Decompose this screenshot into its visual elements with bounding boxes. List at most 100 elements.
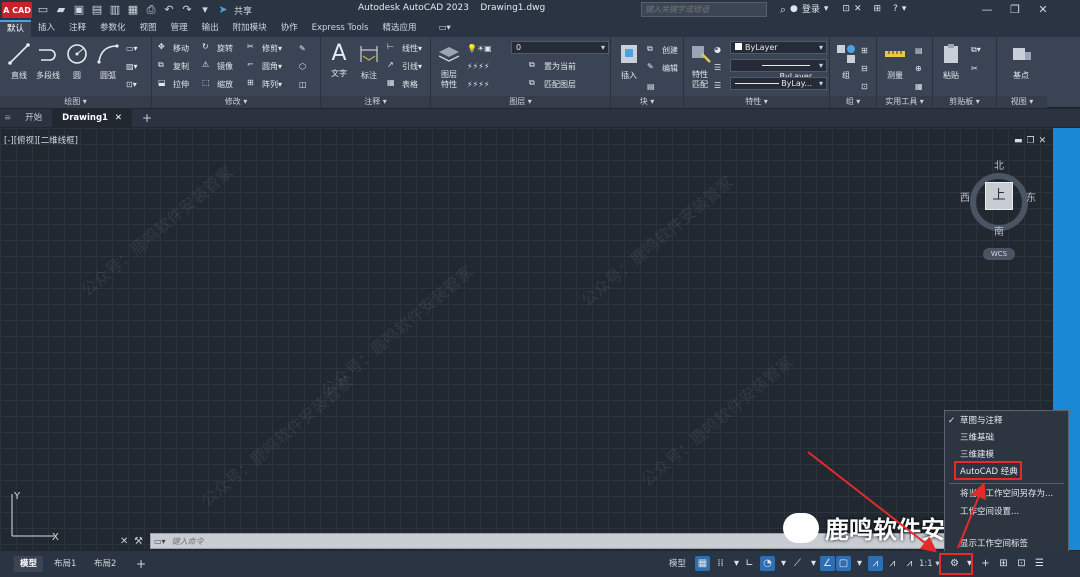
copy-tool[interactable]: ⧉ 复制 <box>158 58 189 74</box>
tab-featured-apps[interactable]: 精选应用 <box>375 20 423 37</box>
paste-tool[interactable]: 粘贴 <box>935 39 967 81</box>
layer-tools-row1[interactable]: ⚡⚡⚡⚡ <box>467 58 489 74</box>
copy-clip-icon[interactable]: ⧉▾ <box>971 42 981 58</box>
match-layer-tool[interactable]: ⧉ 匹配图层 <box>529 76 576 92</box>
undo-icon[interactable]: ↶ <box>162 3 176 17</box>
model-space-toggle[interactable]: 模型 <box>666 556 689 572</box>
app-store-icon[interactable]: ✕ <box>854 4 862 14</box>
workspace-settings[interactable]: 工作空间设置... <box>945 504 1068 520</box>
view-panel-footer[interactable]: 视图 ▾ <box>997 96 1047 108</box>
table-tool[interactable]: ▦ 表格 <box>387 76 418 92</box>
open-web-icon[interactable]: ▥ <box>108 3 122 17</box>
array-tool[interactable]: ⊞ 阵列 ▾ <box>247 76 282 92</box>
move-tool[interactable]: ✥ 移动 <box>158 40 189 56</box>
ungroup-icon[interactable]: ⊞ <box>861 42 868 58</box>
workspace-save-as[interactable]: 将当前工作空间另存为... <box>945 486 1068 502</box>
login-label[interactable]: 登录 <box>802 2 820 15</box>
tab-drawing1[interactable]: Drawing1 ✕ <box>52 109 133 127</box>
draw-panel-footer[interactable]: 绘图 ▾ <box>0 96 151 108</box>
compass-north[interactable]: 北 <box>994 157 1004 172</box>
tab-parametric[interactable]: 参数化 <box>93 20 133 37</box>
create-block-tool[interactable]: ⧉ 创建 <box>647 42 678 58</box>
close-tab-icon[interactable]: ✕ <box>115 113 122 123</box>
arc-tool[interactable]: 圆弧 <box>92 39 124 81</box>
isometric-icon[interactable]: ⟋ <box>790 556 805 571</box>
compass-south[interactable]: 南 <box>994 223 1004 238</box>
cut-icon[interactable]: ✂ <box>971 60 978 76</box>
fillet-tool[interactable]: ⌐ 圆角 ▾ <box>247 58 282 74</box>
login-dropdown-icon[interactable]: ▾ <box>824 4 829 14</box>
polar-icon[interactable]: ◔ <box>760 556 775 571</box>
command-close-icon[interactable]: ✕ <box>120 536 130 547</box>
group-edit-icon[interactable]: ⊟ <box>861 60 868 76</box>
linetype-dropdown[interactable]: ByLayer <box>730 59 827 81</box>
share-icon[interactable]: ➤ <box>216 3 230 17</box>
properties-panel-footer[interactable]: 特性 ▾ <box>684 96 829 108</box>
compass-east[interactable]: 东 <box>1026 189 1036 204</box>
tab-annotate[interactable]: 注释 <box>62 20 93 37</box>
workspace-show-label[interactable]: 显示工作空间标签 <box>945 537 1068 551</box>
save-icon[interactable]: ▣ <box>72 3 86 17</box>
save-web-icon[interactable]: ▦ <box>126 3 140 17</box>
help-dropdown-icon[interactable]: ▾ <box>902 4 907 14</box>
annotation-panel-footer[interactable]: 注释 ▾ <box>321 96 430 108</box>
drawing-canvas[interactable]: [-][俯视][二维线框] ▬❐✕ 公众号：鹿鸣软件安装管家 公众号：鹿鸣软件安… <box>0 128 1053 550</box>
exchange-icon[interactable]: ⊞ <box>874 4 882 14</box>
line-tool[interactable]: 直线 <box>3 39 35 81</box>
annotation-monitor-icon[interactable]: + <box>978 556 993 571</box>
search-box[interactable] <box>641 2 767 17</box>
plot-icon[interactable]: ⎙ <box>144 3 158 17</box>
tab-express-tools[interactable]: Express Tools <box>305 20 376 37</box>
clipboard-panel-footer[interactable]: 剪贴板 ▾ <box>933 96 996 108</box>
linetype-icon[interactable]: ☰ <box>714 59 721 75</box>
ortho-icon[interactable]: ∟ <box>742 556 757 571</box>
user-icon[interactable]: ● <box>790 4 798 14</box>
open-folder-icon[interactable]: ▰ <box>54 3 68 17</box>
edit-block-tool[interactable]: ✎ 编辑 <box>647 60 678 76</box>
units-icon[interactable]: ⊞ <box>996 556 1011 571</box>
tab-menu-icon[interactable]: ≡ <box>0 109 15 127</box>
add-layout-icon[interactable]: + <box>130 556 152 572</box>
make-current-tool[interactable]: ⧉ 置为当前 <box>529 58 576 74</box>
group-select-icon[interactable]: ⊡ <box>861 78 868 94</box>
scale-tool[interactable]: ⬚ 缩放 <box>202 76 233 92</box>
stretch-tool[interactable]: ⬓ 拉伸 <box>158 76 189 92</box>
customize-icon[interactable]: ☰ <box>1032 556 1047 571</box>
minimize-icon[interactable]: — <box>978 2 996 17</box>
viewcube-top-face[interactable]: 上 <box>985 182 1013 210</box>
ribbon-minimize-icon[interactable]: ▭▾ <box>432 20 458 37</box>
annotation-visibility-icon[interactable]: ⩘ <box>868 556 883 571</box>
isolate-icon[interactable]: ⊡ <box>1014 556 1029 571</box>
new-tab-icon[interactable]: + <box>132 109 162 127</box>
rectangle-icon[interactable]: ▭▾ <box>126 40 138 56</box>
restore-icon[interactable]: ❐ <box>1006 2 1024 17</box>
boundary-icon[interactable]: ⊡▾ <box>126 76 137 92</box>
tab-manage[interactable]: 管理 <box>164 20 195 37</box>
auto-scale-icon[interactable]: ⩘ <box>885 556 900 571</box>
tab-collaborate[interactable]: 协作 <box>274 20 305 37</box>
groups-panel-footer[interactable]: 组 ▾ <box>830 96 876 108</box>
workspace-item-3d-basics[interactable]: 三维基础 <box>945 430 1068 446</box>
hatch-icon[interactable]: ▨▾ <box>126 58 138 74</box>
command-prompt-icon[interactable]: ▭▾ <box>154 537 166 546</box>
explode-icon[interactable]: ⬡ <box>299 58 306 74</box>
grid-icon[interactable]: ▦ <box>695 556 710 571</box>
tab-default[interactable]: 默认 <box>0 20 32 37</box>
search-icon[interactable]: ⌕ <box>776 3 790 17</box>
tab-addins[interactable]: 附加模块 <box>226 20 274 37</box>
object-snap-icon[interactable]: ▢ <box>836 556 851 571</box>
layout-tab-1[interactable]: 布局1 <box>48 556 82 572</box>
osnap-dropdown-icon[interactable]: ▾ <box>852 556 867 571</box>
offset-icon[interactable]: ◫ <box>299 76 307 92</box>
linear-tool[interactable]: ⊢ 线性 ▾ <box>387 40 422 56</box>
layer-state-icons[interactable]: 💡☀▣ <box>467 40 492 56</box>
search-input[interactable] <box>645 5 763 14</box>
close-icon[interactable]: ✕ <box>1034 2 1052 17</box>
color-dropdown[interactable]: ByLayer <box>730 41 827 54</box>
lineweight-icon[interactable]: ☰ <box>714 77 721 93</box>
snap-icon[interactable]: ⁞⁞ <box>713 556 728 571</box>
leader-tool[interactable]: ↗ 引线 ▾ <box>387 58 422 74</box>
mirror-tool[interactable]: ⚠ 镜像 <box>202 58 233 74</box>
annotation-scale-icon[interactable]: ⩘ <box>902 556 917 571</box>
viewcube[interactable]: 上 北 南 东 西 <box>960 161 1038 238</box>
